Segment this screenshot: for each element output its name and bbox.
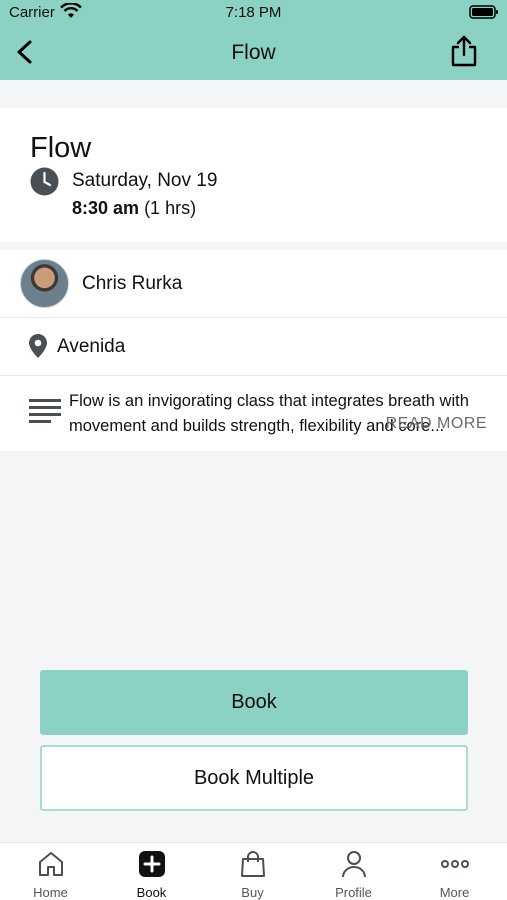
book-button[interactable]: Book: [40, 670, 468, 735]
share-icon[interactable]: [449, 34, 479, 68]
location-row[interactable]: Avenida: [0, 318, 507, 376]
instructor-name: Chris Rurka: [82, 273, 183, 294]
class-details: Chris Rurka Avenida Flow is an invigorat…: [0, 250, 507, 451]
tab-bar: Home Book Buy Profile More: [0, 842, 507, 900]
class-date: Saturday, Nov 19: [72, 170, 218, 191]
tab-more[interactable]: More: [404, 843, 505, 900]
instructor-row[interactable]: Chris Rurka: [0, 250, 507, 318]
plus-square-icon: [138, 851, 165, 877]
tab-more-label: More: [439, 885, 470, 900]
status-time: 7:18 PM: [225, 4, 282, 21]
tab-buy-label: Buy: [241, 885, 264, 900]
battery-icon: [469, 5, 498, 19]
tab-book-label: Book: [136, 885, 167, 900]
tab-home[interactable]: Home: [0, 843, 101, 900]
class-duration: (1 hrs): [144, 198, 197, 218]
home-icon: [38, 852, 63, 876]
location-pin-icon: [29, 334, 47, 358]
tab-profile[interactable]: Profile: [303, 843, 404, 900]
top-bar: Carrier 7:18 PM Flow: [0, 0, 507, 80]
shopping-bag-icon: [240, 851, 265, 877]
tab-home-label: Home: [33, 885, 68, 900]
description-row: Flow is an invigorating class that integ…: [0, 376, 507, 451]
location-name: Avenida: [57, 336, 126, 357]
tab-buy[interactable]: Buy: [202, 843, 303, 900]
more-dots-icon: [440, 860, 469, 868]
clock-icon: [30, 167, 59, 196]
tab-book[interactable]: Book: [101, 843, 202, 900]
class-header-card: Flow Saturday, Nov 19 8:30 am (1 hrs): [0, 108, 507, 242]
class-time: 8:30 am (1 hrs): [72, 198, 196, 219]
nav-title: Flow: [231, 41, 276, 64]
read-more-link[interactable]: READ MORE: [386, 415, 487, 433]
screen: Carrier 7:18 PM Flow Flow Saturday, Nov …: [0, 0, 507, 900]
description-lines-icon: [29, 399, 61, 423]
class-start-time: 8:30 am: [72, 198, 140, 218]
book-multiple-button[interactable]: Book Multiple: [40, 745, 468, 811]
status-bar: Carrier 7:18 PM: [0, 0, 507, 24]
tab-profile-label: Profile: [335, 885, 372, 900]
person-icon: [341, 851, 366, 878]
class-title: Flow: [30, 132, 92, 164]
avatar: [20, 259, 69, 308]
